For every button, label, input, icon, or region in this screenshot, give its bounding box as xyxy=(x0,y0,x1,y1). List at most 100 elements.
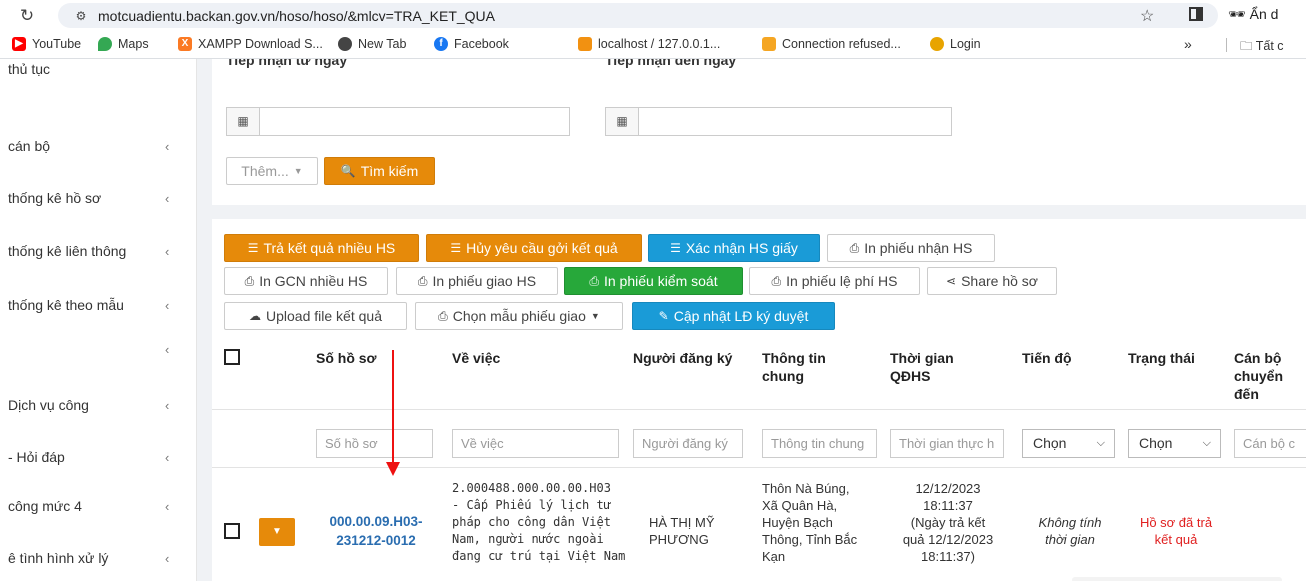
calendar-icon: ▦ xyxy=(227,108,260,135)
header-trang-thai[interactable]: Trạng thái xyxy=(1128,349,1195,367)
sidebar-item-thu-tuc[interactable]: thủ tục xyxy=(0,59,196,95)
sidebar-item-blank[interactable]: ‹ xyxy=(0,323,196,375)
sidebar-item-thong-ke-lien-thong[interactable]: thống kê liên thông ‹ xyxy=(0,225,196,277)
chevron-left-icon: ‹ xyxy=(165,190,170,206)
bookmarks-more-button[interactable]: » xyxy=(1184,36,1192,52)
annotation-arrow-head xyxy=(386,462,400,476)
xac-nhan-hs-giay-button[interactable]: ☰ Xác nhận HS giấy xyxy=(648,234,820,262)
header-tien-do[interactable]: Tiến độ xyxy=(1022,349,1072,367)
bookmark-newtab[interactable]: New Tab xyxy=(338,37,406,51)
results-panel: ☰ Trả kết quả nhiều HS ☰ Hủy yêu cầu gởi k… xyxy=(212,219,1306,581)
facebook-icon: f xyxy=(434,37,448,51)
side-panel-icon[interactable] xyxy=(1189,7,1203,21)
bookmark-star-icon[interactable]: ☆ xyxy=(1140,6,1154,26)
filter-divider xyxy=(212,467,1306,468)
nguoi-dang-ky-cell: HÀ THỊ MỸ PHƯƠNG xyxy=(649,515,715,547)
sidebar-item-can-bo[interactable]: cán bộ ‹ xyxy=(0,120,196,172)
thong-tin-chung-cell: Thôn Nà Búng, Xã Quân Hà, Huyện Bạch Thô… xyxy=(762,481,858,564)
status-badge: Hồ sơ đã trả kết quả xyxy=(1139,515,1213,547)
bookmark-localhost[interactable]: localhost / 127.0.0.1... xyxy=(578,37,720,51)
more-filters-dropdown[interactable]: Thêm... ▼ xyxy=(226,157,318,185)
share-icon: ⋖ xyxy=(946,274,957,288)
maps-icon xyxy=(98,37,112,51)
calendar-icon: ▦ xyxy=(606,108,639,135)
search-icon: 🔍 xyxy=(340,164,356,178)
cap-nhat-ld-ky-duyet-button[interactable]: ✎ Cập nhật LĐ ký duyệt xyxy=(632,302,835,330)
filter-tien-do-select[interactable]: Chọn ⌵ xyxy=(1022,429,1115,458)
bookmark-xampp[interactable]: X XAMPP Download S... xyxy=(178,37,323,51)
upload-icon: ☁ xyxy=(249,309,262,323)
print-icon: ⎙ xyxy=(244,273,255,288)
bookmark-maps[interactable]: Maps xyxy=(98,37,149,51)
header-thoi-gian-qdhs[interactable]: Thời gian QĐHS xyxy=(890,349,954,385)
chon-mau-phieu-giao-dropdown[interactable]: ⎙ Chọn mẫu phiếu giao ▼ xyxy=(415,302,623,330)
bookmark-facebook[interactable]: f Facebook xyxy=(434,37,509,51)
bookmark-login[interactable]: Login xyxy=(930,37,981,51)
from-date-input[interactable]: ▦ xyxy=(226,107,570,136)
header-can-bo-chuyen-den[interactable]: Cán bộ chuyển đến xyxy=(1234,349,1283,403)
filter-trang-thai-select[interactable]: Chọn ⌵ xyxy=(1128,429,1221,458)
edit-icon: ✎ xyxy=(658,309,669,323)
select-all-checkbox[interactable] xyxy=(224,349,240,365)
bookmark-youtube[interactable]: ▶ YouTube xyxy=(12,37,81,51)
xampp-icon: X xyxy=(178,37,192,51)
sidebar-item-thong-ke-ho-so[interactable]: thống kê hồ sơ ‹ xyxy=(0,172,196,224)
all-bookmarks-folder[interactable]: 🗀 Tất c xyxy=(1240,37,1284,58)
from-date-label: Tiếp nhận từ ngày xyxy=(226,59,348,68)
header-divider xyxy=(212,409,1306,410)
header-ve-viec[interactable]: Về việc xyxy=(452,349,500,367)
header-thong-tin-chung[interactable]: Thông tin chung xyxy=(762,349,826,385)
upload-file-ket-qua-button[interactable]: ☁ Upload file kết quả xyxy=(224,302,407,330)
print-icon: ⎙ xyxy=(771,273,782,288)
print-icon: ⎙ xyxy=(438,308,448,323)
url-field[interactable]: ⚙ motcuadientu.backan.gov.vn/hoso/hoso/&… xyxy=(58,3,1218,28)
annotation-arrow-line xyxy=(392,350,394,465)
in-phieu-le-phi-button[interactable]: ⎙ In phiếu lệ phí HS xyxy=(749,267,920,295)
in-gcn-nhieu-hs-button[interactable]: ⎙ In GCN nhiều HS xyxy=(224,267,388,295)
list-icon: ☰ xyxy=(450,241,462,255)
filter-so-ho-so-input[interactable]: Số hồ sơ xyxy=(316,429,433,458)
filter-thoi-gian-input[interactable]: Thời gian thực h xyxy=(890,429,1004,458)
browser-address-bar: ↻ ⚙ motcuadientu.backan.gov.vn/hoso/hoso… xyxy=(0,0,1306,31)
print-icon: ⎙ xyxy=(589,273,599,288)
thoi-gian-cell: 12/12/2023 18:11:37 (Ngày trả kết quả 12… xyxy=(902,481,994,564)
sidebar-item-hoi-dap[interactable]: - Hỏi đáp ‹ xyxy=(0,431,196,483)
incognito-label[interactable]: 🕶 Ẩn d xyxy=(1228,6,1278,23)
tien-do-cell: Không tính thời gian xyxy=(1038,515,1102,547)
row-checkbox[interactable] xyxy=(224,523,240,539)
site-info-icon[interactable]: ⚙ xyxy=(68,9,94,23)
sidebar-item-dich-vu-cong[interactable]: Dịch vụ công ‹ xyxy=(0,379,196,431)
sidebar-item-cong-muc-4[interactable]: công mức 4 ‹ xyxy=(0,480,196,532)
row-actions-button[interactable]: ▼ xyxy=(259,518,295,546)
sidebar-item-tinh-hinh-xu-ly[interactable]: ê tình hình xử lý ‹ xyxy=(0,532,196,581)
filter-ve-viec-input[interactable]: Về việc xyxy=(452,429,619,458)
to-date-input[interactable]: ▦ xyxy=(605,107,952,136)
bookmark-connection[interactable]: Connection refused... xyxy=(762,37,901,51)
login-icon xyxy=(930,37,944,51)
huy-yeu-cau-button[interactable]: ☰ Hủy yêu cầu gởi kết quả xyxy=(426,234,642,262)
to-date-label: Tiếp nhận đến ngày xyxy=(605,59,737,68)
search-button[interactable]: 🔍 Tìm kiếm xyxy=(324,157,435,185)
url-text: motcuadientu.backan.gov.vn/hoso/hoso/&ml… xyxy=(98,7,495,24)
in-phieu-nhan-hs-button[interactable]: ⎙ In phiếu nhận HS xyxy=(827,234,995,262)
print-icon: ⎙ xyxy=(417,273,428,288)
list-icon: ☰ xyxy=(670,241,681,255)
incognito-icon: 🕶 xyxy=(1228,6,1246,22)
header-so-ho-so[interactable]: Số hồ sơ xyxy=(316,349,377,367)
header-nguoi-dang-ky[interactable]: Người đăng ký xyxy=(633,349,732,367)
chevron-left-icon: ‹ xyxy=(165,341,170,357)
chevron-left-icon: ‹ xyxy=(165,138,170,154)
filter-nguoi-dang-ky-input[interactable]: Người đăng ký xyxy=(633,429,743,458)
chevron-down-icon: ⌵ xyxy=(1096,437,1105,449)
connection-icon xyxy=(762,37,776,51)
reload-icon[interactable]: ↻ xyxy=(12,6,42,26)
filter-thong-tin-chung-input[interactable]: Thông tin chung xyxy=(762,429,877,458)
share-ho-so-button[interactable]: ⋖ Share hồ sơ xyxy=(927,267,1057,295)
so-ho-so-link[interactable]: 000.00.09.H03- 231212-0012 xyxy=(312,512,440,550)
in-phieu-kiem-soat-button[interactable]: ⎙ In phiếu kiểm soát xyxy=(564,267,743,295)
in-phieu-giao-hs-button[interactable]: ⎙ In phiếu giao HS xyxy=(396,267,558,295)
folder-icon: 🗀 xyxy=(1240,39,1253,53)
filter-can-bo-input[interactable]: Cán bộ c xyxy=(1234,429,1306,458)
tooltip-edge xyxy=(1072,577,1282,581)
tra-ket-qua-nhieu-hs-button[interactable]: ☰ Trả kết quả nhiều HS xyxy=(224,234,419,262)
